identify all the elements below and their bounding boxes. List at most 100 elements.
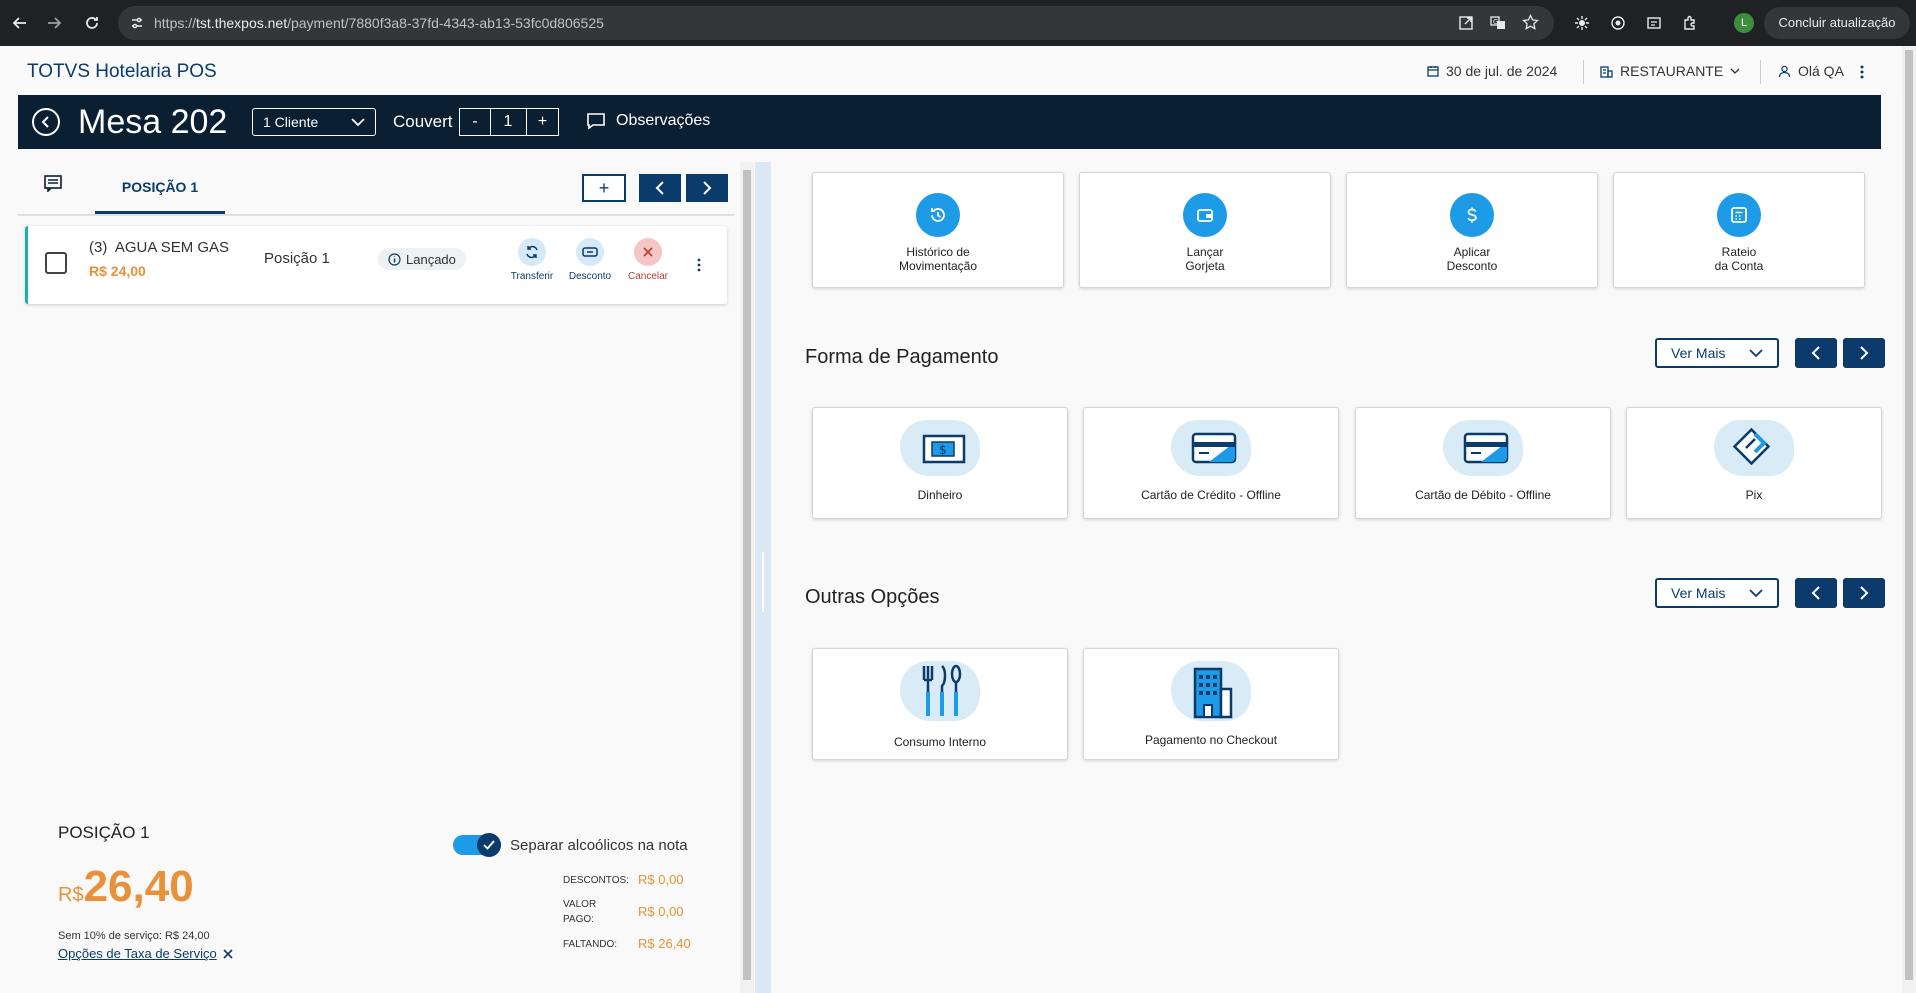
mesa-title: Mesa 202 (78, 103, 228, 141)
hotel-building-icon (1171, 661, 1251, 721)
rateio-card[interactable]: Rateio da Conta (1613, 172, 1865, 288)
add-position-button[interactable]: + (582, 174, 626, 202)
update-button[interactable]: Concluir atualização (1764, 7, 1910, 39)
credit-card-icon (1171, 420, 1251, 476)
divider-grip[interactable] (762, 552, 764, 612)
header-divider (1760, 60, 1761, 84)
status-text: Lançado (406, 251, 456, 267)
translate-icon[interactable]: G (1490, 15, 1506, 31)
date-text: 30 de jul. de 2024 (1446, 63, 1558, 79)
item-more-icon[interactable] (697, 258, 701, 272)
item-name: (3) AGUA SEM GAS (89, 239, 230, 256)
payment-prev-button[interactable] (1795, 338, 1837, 368)
payment-credito-card[interactable]: Cartão de Crédito - Offline (1083, 407, 1339, 519)
consumo-interno-card[interactable]: Consumo Interno (812, 648, 1068, 760)
rateio-label-1: Rateio (1721, 245, 1757, 259)
kebab-menu-icon[interactable] (1860, 65, 1864, 79)
chevron-right-icon (703, 181, 712, 195)
others-next-button[interactable] (1843, 578, 1885, 608)
forward-arrow-icon[interactable] (42, 11, 66, 35)
url-prefix: https:// (154, 15, 197, 31)
historico-card[interactable]: Histórico de Movimentação (812, 172, 1064, 288)
site-settings-icon[interactable] (130, 16, 144, 30)
historico-label-1: Histórico de (906, 245, 970, 259)
tabs-next-button[interactable] (686, 174, 728, 202)
position-summary: POSIÇÃO 1 R$26,40 Sem 10% de serviço: R$… (58, 815, 708, 990)
extension-target-icon[interactable] (1606, 11, 1630, 35)
status-badge: Lançado (378, 248, 466, 270)
pix-icon (1714, 420, 1794, 476)
payment-section-title: Forma de Pagamento (805, 346, 999, 368)
chevron-down-icon (1749, 348, 1763, 357)
tab-posicao-1[interactable]: POSIÇÃO 1 (95, 162, 225, 214)
cliente-select[interactable]: 1 Cliente (252, 108, 376, 136)
currency-symbol: R$ (58, 884, 84, 906)
item-position: Posição 1 (264, 250, 330, 267)
outlet-select[interactable]: RESTAURANTE (1600, 63, 1740, 79)
wallet-icon (1183, 193, 1227, 237)
user-icon (1778, 65, 1791, 78)
reload-icon[interactable] (80, 11, 104, 35)
descontos-label: DESCONTOS: (563, 875, 629, 886)
profile-avatar[interactable]: L (1734, 13, 1754, 33)
calculator-icon (1717, 193, 1761, 237)
service-options-link[interactable]: Opções de Taxa de Serviço (58, 946, 233, 961)
others-ver-mais-select[interactable]: Ver Mais (1655, 578, 1779, 608)
payment-debito-label: Cartão de Débito - Offline (1415, 488, 1551, 502)
payment-next-button[interactable] (1843, 338, 1885, 368)
open-in-app-icon[interactable] (1458, 15, 1474, 31)
tabs-prev-button[interactable] (639, 174, 681, 202)
extensions-puzzle-icon[interactable] (1678, 11, 1702, 35)
media-icon[interactable] (1642, 11, 1666, 35)
faltando-value: R$ 26,40 (638, 936, 691, 951)
gorjeta-card[interactable]: Lançar Gorjeta (1079, 172, 1331, 288)
panel-resize-divider[interactable] (755, 162, 771, 993)
others-prev-button[interactable] (1795, 578, 1837, 608)
discount-action[interactable]: Desconto (565, 238, 615, 282)
back-button[interactable] (32, 108, 60, 136)
date-display: 30 de jul. de 2024 (1427, 63, 1557, 79)
svg-text:$: $ (939, 443, 947, 457)
separar-alcoolicos-toggle[interactable] (453, 833, 501, 857)
browser-toolbar: https://tst.thexpos.net/payment/7880f3a8… (0, 0, 1916, 46)
payment-dinheiro-card[interactable]: $ Dinheiro (812, 407, 1068, 519)
couvert-increment-button[interactable]: + (526, 108, 559, 136)
couvert-value[interactable]: 1 (490, 108, 526, 136)
discount-label: Desconto (568, 271, 612, 282)
couvert-label: Couvert (393, 112, 453, 131)
payment-dinheiro-label: Dinheiro (917, 488, 963, 502)
cancel-label: Cancelar (627, 271, 669, 282)
payment-debito-card[interactable]: Cartão de Débito - Offline (1355, 407, 1611, 519)
history-icon (916, 193, 960, 237)
consumo-interno-label: Consumo Interno (893, 735, 987, 749)
rateio-label-2: da Conta (1714, 259, 1764, 273)
observacoes-button[interactable]: Observações (586, 112, 710, 130)
page-scrollbar[interactable] (1902, 46, 1916, 993)
payment-pix-card[interactable]: Pix (1626, 407, 1882, 519)
url-text: https://tst.thexpos.net/payment/7880f3a8… (154, 15, 604, 31)
address-bar[interactable]: https://tst.thexpos.net/payment/7880f3a8… (118, 6, 1554, 40)
transfer-action[interactable]: Transferir (507, 238, 557, 282)
notes-list-icon[interactable] (44, 174, 62, 192)
service-options-label: Opções de Taxa de Serviço (58, 946, 217, 961)
user-menu[interactable]: Olá QA (1778, 63, 1844, 79)
extension-icon[interactable] (1570, 11, 1594, 35)
cancel-action[interactable]: Cancelar (623, 238, 673, 282)
desconto-card[interactable]: Aplicar Desconto (1346, 172, 1598, 288)
back-arrow-icon[interactable] (8, 11, 32, 35)
order-scrollbar[interactable] (740, 162, 754, 993)
descontos-value: R$ 0,00 (638, 872, 684, 887)
couvert-decrement-button[interactable]: - (459, 108, 491, 136)
toggle-label: Separar alcoólicos na nota (510, 837, 688, 854)
historico-label-2: Movimentação (898, 259, 978, 273)
gorjeta-label-1: Lançar (1186, 245, 1224, 259)
desconto-label-2: Desconto (1446, 259, 1498, 273)
bookmark-star-icon[interactable] (1522, 14, 1539, 31)
payment-ver-mais-select[interactable]: Ver Mais (1655, 338, 1779, 368)
item-checkbox[interactable] (45, 252, 67, 274)
ver-mais-label: Ver Mais (1671, 585, 1726, 601)
scrollbar-thumb[interactable] (743, 170, 751, 980)
pagamento-checkout-card[interactable]: Pagamento no Checkout (1083, 648, 1339, 760)
scrollbar-thumb[interactable] (1905, 50, 1913, 980)
payment-credito-label: Cartão de Crédito - Offline (1141, 488, 1281, 502)
